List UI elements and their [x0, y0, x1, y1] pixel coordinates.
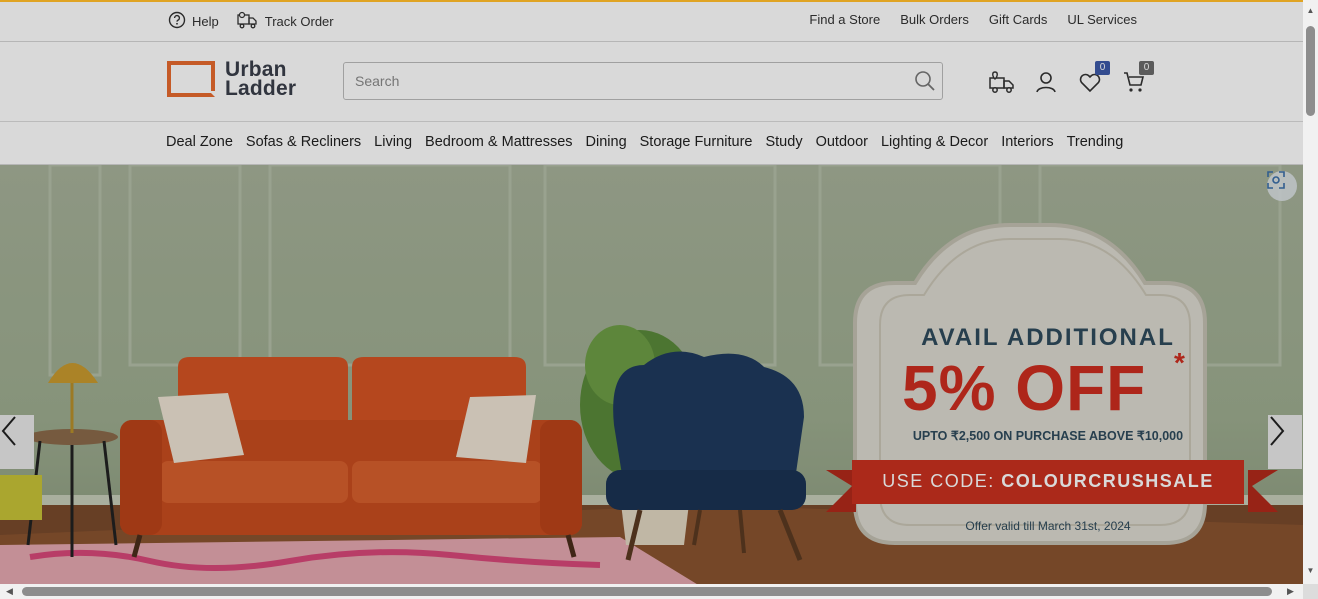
vertical-scroll-thumb[interactable] — [1306, 26, 1315, 116]
promo-code-line: USE CODE: COLOURCRUSHSALE — [852, 471, 1244, 492]
nav-item-dining[interactable]: Dining — [586, 134, 627, 150]
cart-button[interactable]: 0 — [1120, 61, 1154, 96]
promo-offer: 5% OFF — [902, 352, 1147, 424]
nav-item-bedroom-mattresses[interactable]: Bedroom & Mattresses — [425, 134, 572, 150]
nav-item-lighting-decor[interactable]: Lighting & Decor — [881, 134, 988, 150]
promo-title: AVAIL ADDITIONAL — [921, 324, 1175, 351]
nav-item-storage-furniture[interactable]: Storage Furniture — [640, 134, 753, 150]
promo-validity: Offer valid till March 31st, 2024 — [965, 519, 1131, 533]
user-icon — [1036, 72, 1056, 93]
help-link[interactable]: Help — [168, 11, 219, 32]
track-order-label: Track Order — [264, 14, 334, 29]
hero-banner[interactable]: AVAIL ADDITIONAL 5% OFF * UPTO ₹2,500 ON… — [0, 165, 1303, 584]
nav-item-outdoor[interactable]: Outdoor — [816, 134, 868, 150]
find-store-link[interactable]: Find a Store — [809, 12, 880, 27]
page: Help Track Order Find a Store Bulk Order… — [0, 0, 1303, 584]
top-bar-left: Help Track Order — [168, 11, 334, 32]
brand-logo[interactable]: Urban Ladder — [167, 59, 297, 100]
top-bar: Help Track Order Find a Store Bulk Order… — [0, 2, 1303, 42]
bulk-orders-link[interactable]: Bulk Orders — [900, 12, 969, 27]
logo-mark-icon — [167, 61, 215, 97]
promo-subtitle: UPTO ₹2,500 ON PURCHASE ABOVE ₹10,000 — [912, 429, 1184, 443]
main-nav: Deal Zone Sofas & Recliners Living Bedro… — [0, 122, 1303, 165]
gift-cards-link[interactable]: Gift Cards — [989, 12, 1048, 27]
search-icon — [915, 71, 935, 91]
nav-item-interiors[interactable]: Interiors — [1001, 134, 1053, 150]
header: Urban Ladder 0 0 — [0, 42, 1303, 122]
scroll-up-arrow-icon[interactable]: ▲ — [1306, 6, 1315, 16]
search-button[interactable] — [908, 63, 942, 99]
carousel-prev-button[interactable] — [0, 415, 34, 469]
horizontal-scrollbar[interactable]: ◀ ▶ — [0, 584, 1303, 599]
promo-code: COLOURCRUSHSALE — [1001, 471, 1214, 491]
scroll-right-arrow-icon[interactable]: ▶ — [1287, 586, 1294, 597]
wishlist-count-badge: 0 — [1095, 61, 1110, 75]
search-box — [343, 62, 943, 100]
nav-item-deal-zone[interactable]: Deal Zone — [166, 134, 233, 150]
nav-item-living[interactable]: Living — [374, 134, 412, 150]
horizontal-scroll-thumb[interactable] — [22, 587, 1272, 596]
logo-line-2: Ladder — [225, 77, 297, 100]
nav-item-trending[interactable]: Trending — [1067, 134, 1124, 150]
search-input[interactable] — [344, 63, 908, 99]
wishlist-button[interactable]: 0 — [1076, 61, 1110, 96]
delivery-truck-icon — [989, 71, 1014, 93]
nav-item-study[interactable]: Study — [765, 134, 802, 150]
scroll-down-arrow-icon[interactable]: ▼ — [1306, 566, 1315, 576]
carousel-next-button[interactable] — [1268, 415, 1302, 469]
ul-services-link[interactable]: UL Services — [1067, 12, 1137, 27]
visual-search-button[interactable] — [1267, 171, 1297, 201]
scroll-left-arrow-icon[interactable]: ◀ — [6, 586, 13, 597]
promo-code-prefix: USE CODE: — [882, 471, 995, 491]
chevron-left-icon — [1, 416, 16, 446]
header-icons: 0 0 — [988, 61, 1154, 96]
vertical-scrollbar[interactable]: ▲ ▼ — [1303, 0, 1318, 584]
help-icon — [168, 11, 186, 32]
promo-offer-mark: * — [1174, 347, 1185, 378]
scan-icon — [1267, 171, 1285, 189]
scrollbar-corner — [1303, 584, 1318, 599]
cart-count-badge: 0 — [1139, 61, 1154, 75]
delivery-button[interactable] — [988, 68, 1016, 96]
top-bar-links: Find a Store Bulk Orders Gift Cards UL S… — [809, 12, 1137, 27]
track-order-link[interactable]: Track Order — [237, 11, 334, 32]
account-button[interactable] — [1032, 68, 1060, 96]
logo-text: Urban Ladder — [225, 59, 297, 100]
help-label: Help — [192, 14, 219, 29]
truck-icon — [237, 11, 259, 32]
promo-badge: AVAIL ADDITIONAL 5% OFF * UPTO ₹2,500 ON… — [852, 221, 1244, 584]
nav-item-sofas-recliners[interactable]: Sofas & Recliners — [246, 134, 361, 150]
chevron-right-icon — [1270, 416, 1285, 446]
